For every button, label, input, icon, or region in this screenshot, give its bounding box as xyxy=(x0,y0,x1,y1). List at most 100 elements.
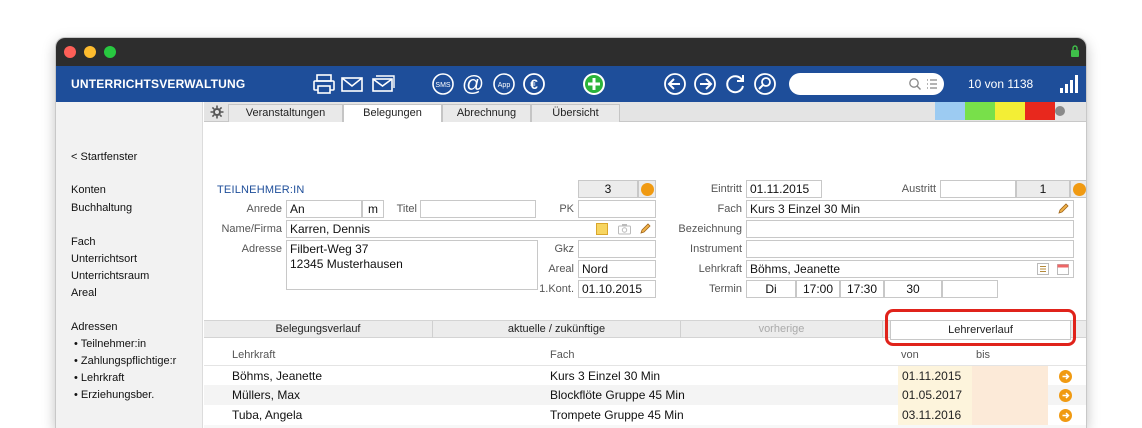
anrede-code-field[interactable]: m xyxy=(362,200,384,218)
statistics-icon[interactable] xyxy=(1059,74,1079,94)
table-row[interactable]: Müllers, Max Blockflöte Gruppe 45 Min 01… xyxy=(204,385,1086,405)
bezeichnung-field[interactable] xyxy=(746,220,1074,238)
sidebar-subitem-teilnehmer[interactable]: • Teilnehmer:in xyxy=(74,338,146,350)
anrede-field[interactable]: An xyxy=(286,200,362,218)
termin-minutes-field[interactable]: 30 xyxy=(884,280,942,298)
search-box[interactable] xyxy=(789,73,944,95)
row-von: 01.11.2015 xyxy=(898,366,972,386)
eintritt-field[interactable]: 01.11.2015 xyxy=(746,180,822,198)
subtab-vorherige[interactable]: vorherige xyxy=(681,321,883,338)
app-window: UNTERRICHTSVERWALTUNG SMS @ App € 10 von… xyxy=(56,38,1086,428)
sidebar-subitem-erziehungsber[interactable]: • Erziehungsber. xyxy=(74,389,154,401)
app-icon[interactable]: App xyxy=(492,72,516,96)
fach-field[interactable]: Kurs 3 Einzel 30 Min xyxy=(746,200,1074,218)
status-toggle[interactable] xyxy=(1055,106,1065,116)
print-icon[interactable] xyxy=(312,72,336,96)
gear-icon[interactable] xyxy=(210,105,224,119)
tab-abrechnung[interactable]: Abrechnung xyxy=(442,104,531,122)
next-record-icon[interactable] xyxy=(693,72,717,96)
austritt-number-field[interactable]: 1 xyxy=(1016,180,1070,198)
row-open-arrow-icon[interactable] xyxy=(1059,409,1072,422)
sidebar-subitem-lehrkraft[interactable]: • Lehrkraft xyxy=(74,372,124,384)
anrede-label: Anrede xyxy=(246,203,282,215)
row-open-arrow-icon[interactable] xyxy=(1059,370,1072,383)
list-select-icon[interactable] xyxy=(1037,263,1049,275)
list-icon[interactable] xyxy=(926,78,938,90)
termin-extra-field[interactable] xyxy=(942,280,998,298)
adresse-field[interactable]: Filbert-Weg 37 12345 Musterhausen xyxy=(286,240,538,290)
row-von: 03.11.2016 xyxy=(898,405,972,425)
close-window-button[interactable] xyxy=(64,46,76,58)
row-von: 01.05.2017 xyxy=(898,385,972,405)
sidebar-subitem-zahlungspflichtige[interactable]: • Zahlungspflichtige:r xyxy=(74,355,176,367)
kont-field[interactable]: 01.10.2015 xyxy=(578,280,656,298)
termin-from-field[interactable]: 17:00 xyxy=(796,280,840,298)
tab-belegungen[interactable]: Belegungen xyxy=(343,104,442,123)
color-filter-blue[interactable] xyxy=(935,102,965,120)
row-bis xyxy=(972,405,1048,425)
number-stepper[interactable] xyxy=(638,180,656,198)
sidebar-item-adressen[interactable]: Adressen xyxy=(71,321,117,333)
titel-label: Titel xyxy=(396,203,417,215)
color-filter-red[interactable] xyxy=(1025,102,1055,120)
pk-field[interactable] xyxy=(578,200,656,218)
subtab-aktuelle-zukuenftige[interactable]: aktuelle / zukünftige xyxy=(433,321,681,338)
name-label: Name/Firma xyxy=(221,223,282,235)
lehrkraft-label: Lehrkraft xyxy=(698,263,742,275)
areal-field[interactable]: Nord xyxy=(578,260,656,278)
note-small-icon[interactable] xyxy=(596,223,608,235)
mail-icon[interactable] xyxy=(340,72,364,96)
pencil-icon[interactable] xyxy=(639,222,652,235)
eintritt-label: Eintritt xyxy=(710,183,742,195)
gkz-field[interactable] xyxy=(578,240,656,258)
fach-label: Fach xyxy=(717,203,742,215)
sidebar-back-link[interactable]: < Startfenster xyxy=(71,151,137,163)
mail-stack-icon[interactable] xyxy=(371,72,395,96)
refresh-icon[interactable] xyxy=(723,72,747,96)
zoom-window-button[interactable] xyxy=(104,46,116,58)
adresse-line1: Filbert-Weg 37 xyxy=(290,242,369,256)
search-input[interactable] xyxy=(799,76,899,92)
sms-icon[interactable]: SMS xyxy=(431,72,455,96)
termin-day-field[interactable]: Di xyxy=(746,280,796,298)
participant-form: TEILNEHMER:IN 3 Anrede An m Titel PK Nam… xyxy=(204,122,1086,298)
fach-pencil-icon[interactable] xyxy=(1057,202,1070,215)
row-open-arrow-icon[interactable] xyxy=(1059,389,1072,402)
row-bis xyxy=(972,366,1048,386)
previous-record-icon[interactable] xyxy=(663,72,687,96)
tab-veranstaltungen[interactable]: Veranstaltungen xyxy=(228,104,343,122)
sidebar-item-areal[interactable]: Areal xyxy=(71,287,97,299)
add-record-icon[interactable] xyxy=(582,72,606,96)
color-filter-green[interactable] xyxy=(965,102,995,120)
sidebar-item-konten[interactable]: Konten xyxy=(71,184,106,196)
minimize-window-button[interactable] xyxy=(84,46,96,58)
sidebar-item-buchhaltung[interactable]: Buchhaltung xyxy=(71,202,132,214)
search-icon[interactable] xyxy=(908,77,922,91)
sidebar-item-unterrichtsraum[interactable]: Unterrichtsraum xyxy=(71,270,149,282)
instrument-field[interactable] xyxy=(746,240,1074,258)
tab-uebersicht[interactable]: Übersicht xyxy=(531,104,620,122)
gkz-label: Gkz xyxy=(554,243,574,255)
col-header-fach: Fach xyxy=(550,349,575,361)
camera-icon[interactable] xyxy=(618,223,631,235)
austritt-field[interactable] xyxy=(940,180,1016,198)
table-row[interactable]: Tuba, Angela Trompete Gruppe 45 Min 03.1… xyxy=(204,405,1086,425)
color-filter-yellow[interactable] xyxy=(995,102,1025,120)
participant-number-field[interactable]: 3 xyxy=(578,180,638,198)
calendar-icon[interactable] xyxy=(1057,263,1069,275)
euro-icon[interactable]: € xyxy=(522,72,546,96)
main-toolbar: UNTERRICHTSVERWALTUNG SMS @ App € 10 von… xyxy=(56,66,1086,102)
kont-label: 1.Kont. xyxy=(539,283,574,295)
sidebar-item-fach[interactable]: Fach xyxy=(71,236,95,248)
austritt-stepper[interactable] xyxy=(1070,180,1086,198)
termin-to-field[interactable]: 17:30 xyxy=(840,280,884,298)
titel-field[interactable] xyxy=(420,200,536,218)
lehrkraft-field[interactable]: Böhms, Jeanette xyxy=(746,260,1074,278)
subtab-belegungsverlauf[interactable]: Belegungsverlauf xyxy=(204,321,433,338)
sidebar-item-unterrichtsort[interactable]: Unterrichtsort xyxy=(71,253,137,265)
table-row[interactable]: Böhms, Jeanette Kurs 3 Einzel 30 Min 01.… xyxy=(204,365,1086,386)
find-icon[interactable] xyxy=(753,72,777,96)
lock-icon xyxy=(1071,45,1079,57)
at-icon[interactable]: @ xyxy=(461,72,485,96)
row-fach: Blockflöte Gruppe 45 Min xyxy=(550,388,685,402)
